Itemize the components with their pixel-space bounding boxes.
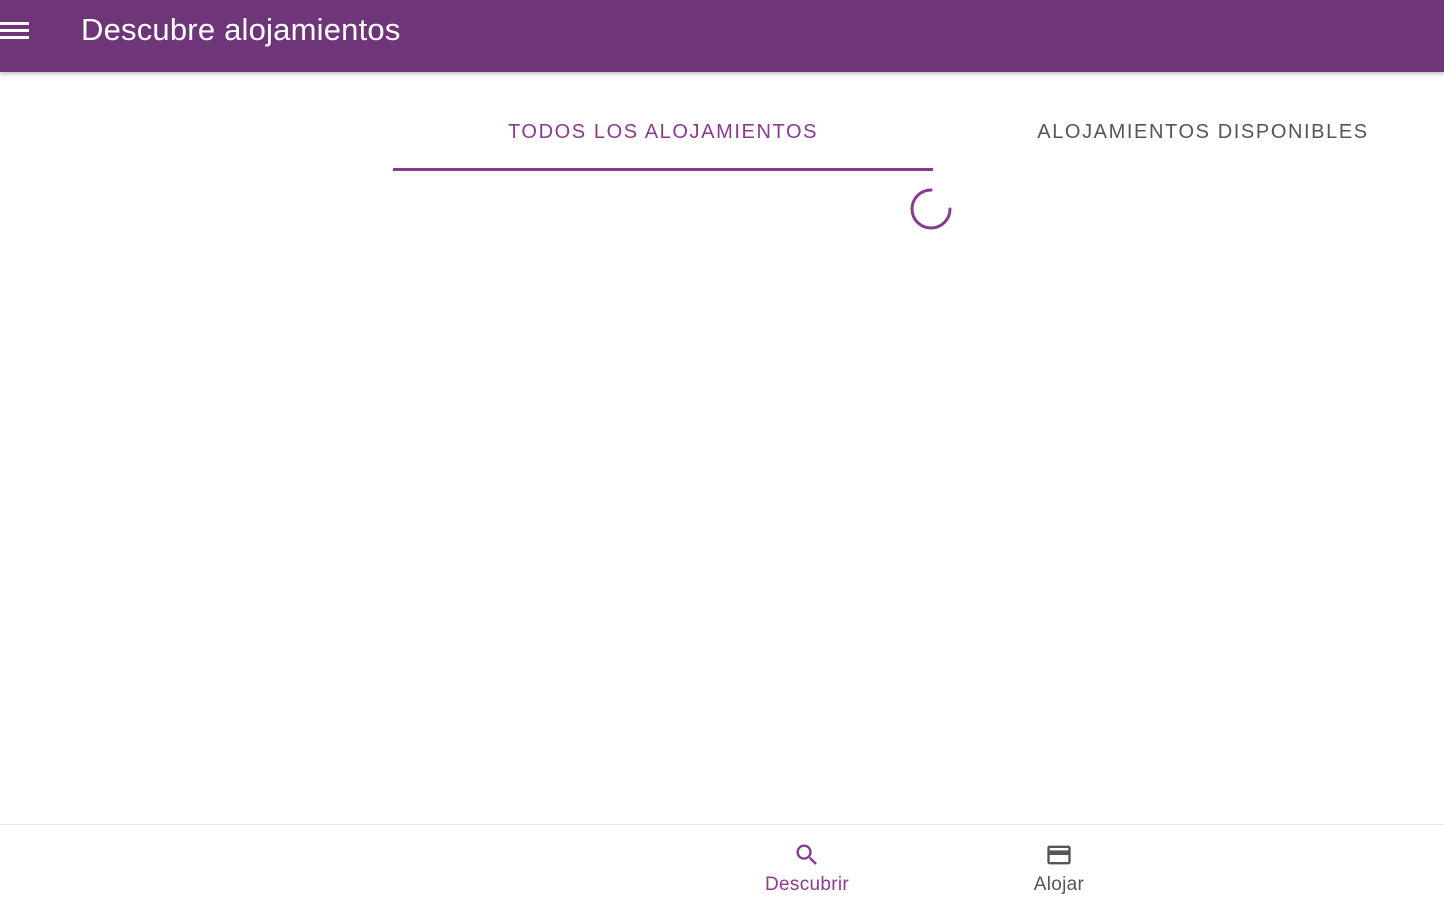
tab-available-accommodations[interactable]: ALOJAMIENTOS DISPONIBLES <box>933 94 1444 170</box>
tab-active-indicator <box>393 168 933 171</box>
menu-icon <box>0 22 29 39</box>
menu-button[interactable] <box>0 14 36 50</box>
search-icon <box>796 844 817 865</box>
nav-label-discover: Descubrir <box>765 874 849 895</box>
page-title: Descubre alojamientos <box>81 12 401 47</box>
nav-item-host[interactable]: Alojar <box>959 825 1159 907</box>
nav-label-host: Alojar <box>1033 874 1085 895</box>
nav-item-discover[interactable]: Descubrir <box>707 825 907 907</box>
tab-all-accommodations[interactable]: TODOS LOS ALOJAMIENTOS <box>393 94 933 170</box>
top-toolbar: Descubre alojamientos <box>0 0 1444 72</box>
app-root: Descubre alojamientos TODOS LOS ALOJAMIE… <box>0 0 1444 907</box>
tab-bar: TODOS LOS ALOJAMIENTOS ALOJAMIENTOS DISP… <box>393 94 1444 172</box>
loading-spinner <box>908 186 954 232</box>
credit-card-icon <box>1047 845 1071 865</box>
bottom-navigation: Descubrir Alojar <box>0 824 1444 907</box>
